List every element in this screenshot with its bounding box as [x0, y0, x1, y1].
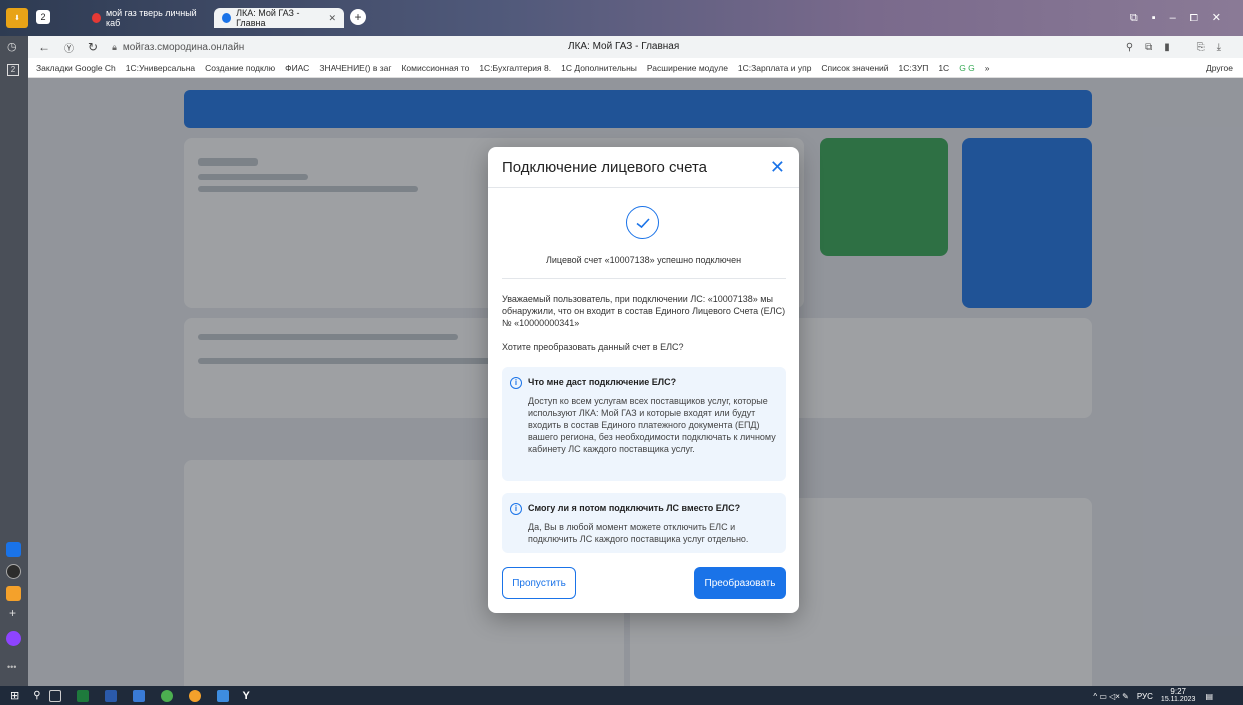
- bookmark-1c-universal[interactable]: 1С:Универсальна: [126, 63, 195, 73]
- panel-counter-icon[interactable]: 2: [7, 64, 19, 76]
- app-icon[interactable]: [160, 689, 173, 702]
- alice-icon[interactable]: [6, 631, 21, 646]
- bookmark-1c[interactable]: 1С: [938, 63, 949, 73]
- tab-label: ЛКА: Мой ГАЗ - Главна: [236, 8, 300, 28]
- yandex-logo-icon[interactable]: ⬇: [6, 8, 28, 28]
- mail-icon[interactable]: [6, 586, 21, 601]
- word-icon[interactable]: [104, 689, 117, 702]
- info-box-revert: i Смогу ли я потом подключить ЛС вместо …: [502, 493, 786, 553]
- browser-side-panel: ◷ 2 + •••: [0, 36, 28, 686]
- window-controls[interactable]: ⧉▪‒⧠✕: [1130, 11, 1235, 25]
- bookmarks-overflow[interactable]: »: [985, 63, 990, 73]
- windows-taskbar: ⊞ ⚲ Y: [0, 686, 1243, 705]
- bookmark-1c-zup[interactable]: 1С:ЗУП: [899, 63, 929, 73]
- language-indicator[interactable]: РУС: [1137, 692, 1153, 701]
- bookmark-g[interactable]: G G: [959, 63, 975, 73]
- skip-button[interactable]: Пропустить: [502, 567, 576, 599]
- tab-lka-main[interactable]: ЛКА: Мой ГАЗ - Главна ✕: [214, 8, 344, 28]
- close-icon[interactable]: ✕: [770, 157, 785, 178]
- bookmark-value-list[interactable]: Список значений: [821, 63, 888, 73]
- clock-date: 15.11.2023: [1160, 696, 1196, 703]
- page-title: ЛКА: Мой ГАЗ - Главная: [568, 41, 680, 52]
- bookmark-google[interactable]: Закладки Google Ch: [36, 63, 116, 73]
- yandex-browser-taskbar-icon[interactable]: Y: [243, 690, 250, 702]
- info-title: Что мне даст подключение ЕЛС?: [528, 377, 677, 387]
- clock-time: 9:27: [1170, 687, 1186, 696]
- lka-favicon-icon: [222, 13, 232, 23]
- tab-label: мой газ тверь личный каб: [105, 8, 197, 28]
- info-body: Доступ ко всем услугам всех поставщиков …: [528, 396, 776, 454]
- history-icon[interactable]: ◷: [7, 40, 17, 53]
- app3-icon[interactable]: [216, 689, 229, 702]
- yandex-search-icon: [92, 13, 101, 23]
- windows-start-icon[interactable]: ⊞: [10, 689, 19, 702]
- back-icon[interactable]: ←: [38, 40, 50, 54]
- info-box-benefits: i Что мне даст подключение ЕЛС? Доступ к…: [502, 367, 786, 481]
- toolbar-icons[interactable]: ⚲⧉▮ ⎘⤓: [1126, 42, 1233, 53]
- convert-question: Хотите преобразовать данный счет в ЕЛС?: [502, 342, 684, 352]
- browser-tab-bar: ⬇ 2 мой газ тверь личный каб ЛКА: Мой ГА…: [0, 0, 1243, 36]
- tab-close-icon[interactable]: ✕: [328, 13, 336, 24]
- tab-counter[interactable]: 2: [36, 10, 50, 24]
- task-view-icon[interactable]: [48, 689, 61, 702]
- new-tab-button[interactable]: +: [350, 9, 366, 25]
- modal-title: Подключение лицевого счета: [502, 159, 708, 176]
- bookmark-1c-additional[interactable]: 1С Дополнительны: [561, 63, 637, 73]
- bookmark-fias[interactable]: ФИАС: [285, 63, 309, 73]
- bookmark-create-connection[interactable]: Создание подклю: [205, 63, 275, 73]
- bookmark-other[interactable]: Другое: [1206, 63, 1233, 73]
- info-icon: i: [510, 377, 522, 389]
- bookmark-1c-accounting[interactable]: 1С:Бухгалтерия 8.: [479, 63, 551, 73]
- modal-divider: [488, 187, 799, 188]
- url-text[interactable]: мойгаз.смородина.онлайн: [123, 42, 244, 53]
- bookmarks-bar: Закладки Google Ch 1С:Универсальна Созда…: [28, 58, 1243, 78]
- tray-icons[interactable]: ^ ▭ ◁× ✎: [1093, 692, 1129, 701]
- clock[interactable]: 9:27 15.11.2023: [1161, 688, 1196, 704]
- lock-icon: 🔒︎: [112, 41, 117, 52]
- bookmark-module-extension[interactable]: Расширение модуле: [647, 63, 728, 73]
- info-icon: i: [510, 503, 522, 515]
- convert-button[interactable]: Преобразовать: [694, 567, 786, 599]
- bookmark-znachenie[interactable]: ЗНАЧЕНИЕ() в заг: [319, 63, 391, 73]
- connect-account-modal: Подключение лицевого счета ✕ Лицевой сче…: [488, 147, 799, 613]
- yandex-y-icon[interactable]: Ⓨ: [64, 40, 74, 55]
- more-icon[interactable]: •••: [7, 662, 16, 672]
- success-check-icon: [626, 206, 659, 239]
- app2-icon[interactable]: [188, 689, 201, 702]
- notifications-icon[interactable]: ▤: [1205, 692, 1213, 701]
- explorer-icon[interactable]: [132, 689, 145, 702]
- search-icon[interactable]: ⚲: [33, 690, 40, 701]
- info-body: Да, Вы в любой момент можете отключить Е…: [528, 522, 749, 544]
- bookmark-1c-salary[interactable]: 1С:Зарплата и упр: [738, 63, 812, 73]
- merge-notice-text: Уважаемый пользователь, при подключении …: [502, 294, 786, 328]
- excel-icon[interactable]: [76, 689, 89, 702]
- modal-divider: [502, 278, 786, 279]
- system-tray: ^ ▭ ◁× ✎ РУС 9:27 15.11.2023 ▤: [1093, 688, 1213, 704]
- add-panel-icon[interactable]: +: [9, 606, 16, 620]
- music-icon[interactable]: [6, 564, 21, 579]
- messenger-icon[interactable]: [6, 542, 21, 557]
- info-title: Смогу ли я потом подключить ЛС вместо ЕЛ…: [528, 503, 741, 513]
- success-message: Лицевой счет «10007138» успешно подключе…: [545, 255, 742, 265]
- bookmark-commission[interactable]: Комиссионная то: [401, 63, 469, 73]
- tab-moi-gaz-search[interactable]: мой газ тверь личный каб: [84, 8, 210, 28]
- reload-icon[interactable]: ↻: [88, 40, 98, 54]
